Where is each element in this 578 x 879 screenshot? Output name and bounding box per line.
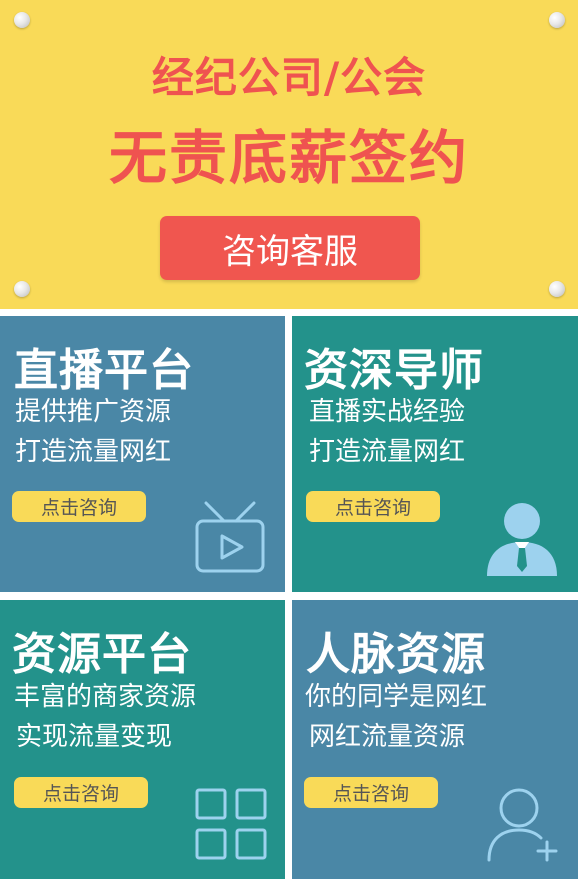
add-user-icon — [487, 788, 558, 862]
grid-icon — [195, 788, 267, 860]
consult-support-button[interactable]: 咨询客服 — [160, 216, 420, 280]
tile-network-resources: 人脉资源 你的同学是网红 网红流量资源 点击咨询 — [292, 600, 578, 879]
tile-senior-mentor: 资深导师 直播实战经验 打造流量网红 点击咨询 — [292, 316, 578, 592]
consult-button[interactable]: 点击咨询 — [12, 491, 146, 522]
tile-description-line: 你的同学是网红 — [305, 682, 488, 712]
tv-icon — [195, 501, 265, 573]
pin-icon — [14, 12, 30, 28]
promo-banner: 经纪公司/公会 无责底薪签约 咨询客服 — [0, 0, 578, 309]
mentor-avatar-icon — [487, 503, 557, 576]
tile-live-platform: 直播平台 提供推广资源 打造流量网红 点击咨询 — [0, 316, 285, 592]
tile-title: 资源平台 — [12, 629, 192, 680]
pin-icon — [549, 281, 565, 297]
tile-title: 资深导师 — [304, 345, 484, 396]
consult-button[interactable]: 点击咨询 — [304, 777, 438, 808]
tile-description-line: 打造流量网红 — [15, 437, 172, 467]
tile-description-line: 直播实战经验 — [309, 397, 466, 427]
tile-description-line: 打造流量网红 — [309, 437, 466, 467]
banner-headline: 无责底薪签约 — [108, 124, 469, 192]
pin-icon — [549, 12, 565, 28]
tile-description-line: 网红流量资源 — [309, 722, 466, 752]
consult-button[interactable]: 点击咨询 — [14, 777, 148, 808]
tile-description-line: 实现流量变现 — [16, 722, 173, 752]
pin-icon — [14, 281, 30, 297]
tile-title: 直播平台 — [14, 345, 194, 396]
consult-button[interactable]: 点击咨询 — [306, 491, 440, 522]
tile-description-line: 提供推广资源 — [15, 397, 172, 427]
tile-title: 人脉资源 — [306, 629, 486, 680]
tile-description-line: 丰富的商家资源 — [14, 682, 197, 712]
tile-resource-platform: 资源平台 丰富的商家资源 实现流量变现 点击咨询 — [0, 600, 285, 879]
banner-title: 经纪公司/公会 — [151, 53, 427, 102]
